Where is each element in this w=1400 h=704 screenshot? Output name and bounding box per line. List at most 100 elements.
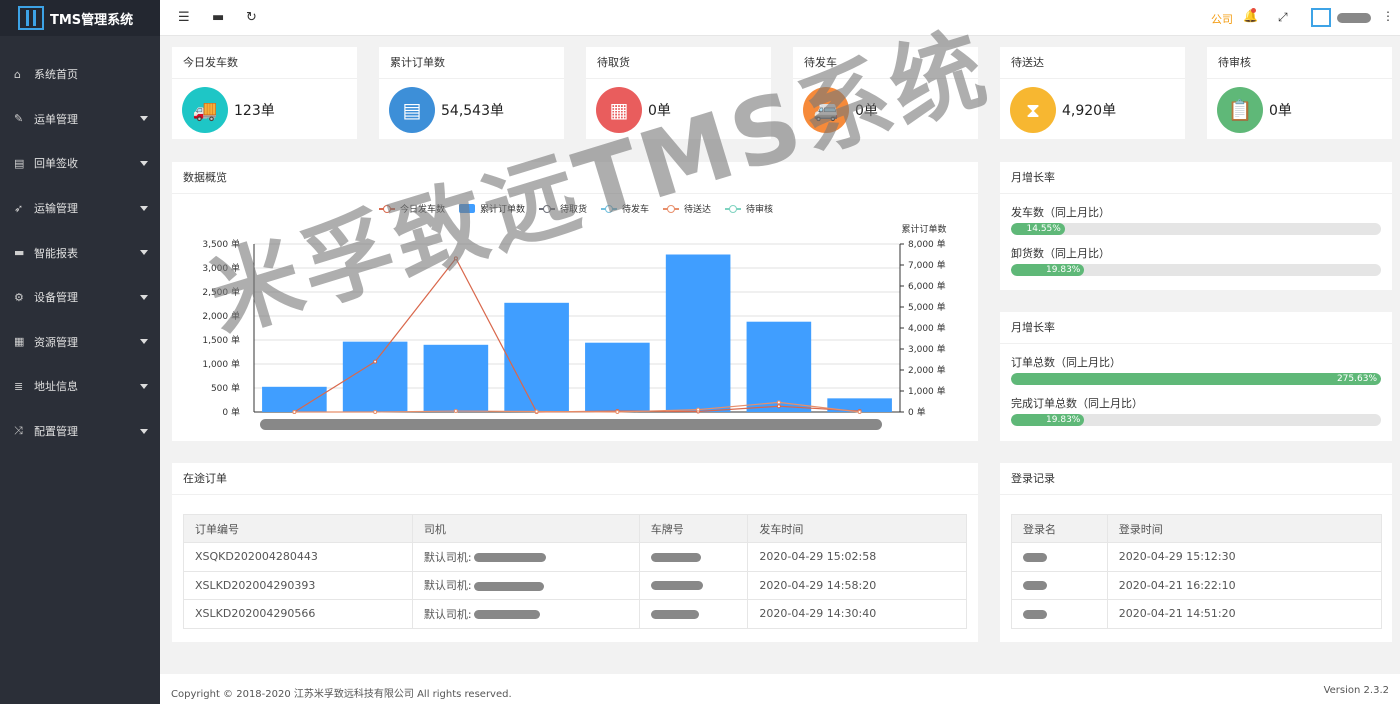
table-row[interactable]: 2020-04-29 15:12:30: [1011, 542, 1383, 572]
chevron-down-icon[interactable]: [140, 116, 148, 122]
stat-card-0[interactable]: 今日发车数 🚚 123单: [172, 47, 357, 139]
stat-body: 📋 0单: [1207, 79, 1392, 141]
monitor-icon[interactable]: ▬: [212, 10, 224, 25]
y-left-tick: 3,500 单: [202, 238, 240, 250]
y-right-tick: 3,000 单: [908, 343, 946, 355]
more-icon[interactable]: ⋮: [1382, 9, 1394, 23]
stat-card-5[interactable]: 待审核 📋 0单: [1207, 47, 1392, 139]
user-name-redacted[interactable]: [1337, 13, 1371, 23]
menu-toggle-icon[interactable]: ☰: [178, 10, 190, 25]
table-row[interactable]: 2020-04-21 14:51:20: [1011, 599, 1383, 629]
avatar[interactable]: [1311, 8, 1331, 27]
clipboard-icon: 📋: [1217, 87, 1263, 133]
company-link[interactable]: 公司: [1211, 11, 1233, 27]
app-logo[interactable]: TMS管理系统: [0, 0, 160, 36]
driver-label: 默认司机:: [423, 607, 472, 621]
login-name-cell: [1011, 570, 1108, 600]
sidebar-item-7[interactable]: ≣ 地址信息: [0, 364, 160, 409]
stat-value: 0单: [648, 103, 671, 119]
chevron-down-icon[interactable]: [140, 339, 148, 345]
layout-icon: ▦: [596, 87, 642, 133]
bar-cumulative-orders[interactable]: [342, 341, 408, 412]
line-today-departures-point[interactable]: [373, 359, 378, 364]
line-today-departures-point[interactable]: [453, 256, 458, 261]
stat-title: 待发车: [793, 47, 978, 79]
progress-fill: 275.63%: [1011, 373, 1381, 385]
order-number[interactable]: XSLKD202004290566: [183, 599, 413, 629]
table-row[interactable]: XSQKD202004280443 默认司机: 2020-04-29 15:02:5…: [183, 542, 967, 572]
sidebar-item-6[interactable]: ▦ 资源管理: [0, 320, 160, 365]
line-pending-delivery-point[interactable]: [615, 410, 620, 414]
calendar-icon: ▤: [389, 87, 435, 133]
chart-scrollbar[interactable]: [260, 419, 882, 430]
y-right-tick: 1,000 单: [908, 385, 946, 397]
order-number[interactable]: XSLKD202004290393: [183, 570, 413, 600]
chevron-down-icon[interactable]: [140, 383, 148, 389]
redacted-name: [473, 581, 544, 591]
login-name-cell: [1011, 542, 1108, 572]
sidebar-item-2[interactable]: ▤ 回单签收: [0, 141, 160, 186]
stat-card-4[interactable]: 待送达 ⧗ 4,920单: [1000, 47, 1185, 139]
stat-value: 0单: [855, 103, 878, 119]
line-pending-delivery-point[interactable]: [453, 409, 458, 414]
login-time: 2020-04-21 14:51:20: [1106, 599, 1383, 629]
bar-cumulative-orders[interactable]: [262, 386, 327, 412]
overview-card: 数据概览 今日发车数 累计订单数 待取货 待发车 待送达 待审核 3,500 单 3,000…: [172, 162, 978, 441]
line-pending-delivery-point[interactable]: [534, 409, 539, 414]
line-pending-delivery-point[interactable]: [373, 410, 378, 414]
sidebar-item-icon: ▬: [14, 246, 25, 260]
sidebar-item-0[interactable]: ⌂ 系统首页: [0, 52, 160, 97]
stat-card-3[interactable]: 待发车 🚐 0单: [793, 47, 978, 139]
chevron-down-icon[interactable]: [140, 294, 148, 300]
stat-card-1[interactable]: 累计订单数 ▤ 54,543单: [379, 47, 564, 139]
driver-label: 默认司机:: [423, 550, 472, 564]
bar-cumulative-orders[interactable]: [746, 321, 812, 412]
notification-dot: [1251, 8, 1256, 13]
chevron-down-icon[interactable]: [140, 205, 148, 211]
refresh-icon[interactable]: ↻: [246, 10, 257, 25]
line-pending-delivery-point[interactable]: [696, 407, 701, 412]
column-header: 订单编号: [183, 514, 413, 543]
line-pending-delivery-point[interactable]: [292, 410, 297, 414]
line-today-departures-point[interactable]: [776, 404, 781, 409]
line-pending-delivery-point[interactable]: [857, 410, 862, 414]
sidebar-item-label: 配置管理: [34, 425, 78, 439]
chevron-down-icon[interactable]: [140, 250, 148, 256]
y-right-tick: 8,000 单: [908, 238, 946, 250]
sidebar-item-3[interactable]: ➶ 运输管理: [0, 186, 160, 231]
van-icon: 🚐: [803, 87, 849, 133]
fullscreen-icon[interactable]: ⤢: [1278, 10, 1288, 25]
plate-cell: [638, 570, 749, 600]
stat-card-2[interactable]: 待取货 ▦ 0单: [586, 47, 771, 139]
sidebar-item-4[interactable]: ▬ 智能报表: [0, 230, 160, 275]
stat-value: 4,920单: [1062, 103, 1117, 119]
stat-body: 🚚 123单: [172, 79, 357, 141]
login-table: 登录名 登录时间 2020-04-29 15:12:30 2020-04-21 16…: [1011, 514, 1383, 629]
progress-track: 19.83%: [1011, 414, 1381, 426]
progress-track: 19.83%: [1011, 264, 1381, 276]
login-name-cell: [1011, 599, 1108, 629]
y-left-tick: 1,500 单: [202, 334, 240, 346]
table-row[interactable]: 2020-04-21 16:22:10: [1011, 570, 1383, 600]
sidebar-item-icon: ⤨: [14, 424, 23, 438]
progress-label: 发车数（同上月比）: [1011, 206, 1110, 219]
growth-title-1: 月增长率: [1000, 162, 1392, 194]
sidebar-item-5[interactable]: ⚙ 设备管理: [0, 275, 160, 320]
plate-cell: [638, 542, 749, 572]
bar-cumulative-orders[interactable]: [504, 302, 569, 412]
table-row[interactable]: XSLKD202004290566 默认司机: 2020-04-29 14:30:4…: [183, 599, 967, 629]
bar-cumulative-orders[interactable]: [665, 254, 731, 413]
transit-card: 在途订单 订单编号 司机 车牌号 发车时间 XSQKD202004280443 默认司机…: [172, 463, 978, 642]
chevron-down-icon[interactable]: [140, 428, 148, 434]
y-left-tick: 2,000 单: [202, 310, 240, 322]
chevron-down-icon[interactable]: [140, 160, 148, 166]
sidebar-item-8[interactable]: ⤨ 配置管理: [0, 409, 160, 454]
bar-cumulative-orders[interactable]: [423, 344, 489, 412]
sidebar-item-1[interactable]: ✎ 运单管理: [0, 97, 160, 142]
redacted-plate: [650, 552, 701, 562]
order-number[interactable]: XSQKD202004280443: [183, 542, 413, 572]
table-row[interactable]: XSLKD202004290393 默认司机: 2020-04-29 14:58:2…: [183, 570, 967, 600]
line-pending-delivery-point[interactable]: [776, 400, 781, 405]
y-left-tick: 3,000 单: [202, 262, 240, 274]
bar-cumulative-orders[interactable]: [585, 342, 650, 412]
